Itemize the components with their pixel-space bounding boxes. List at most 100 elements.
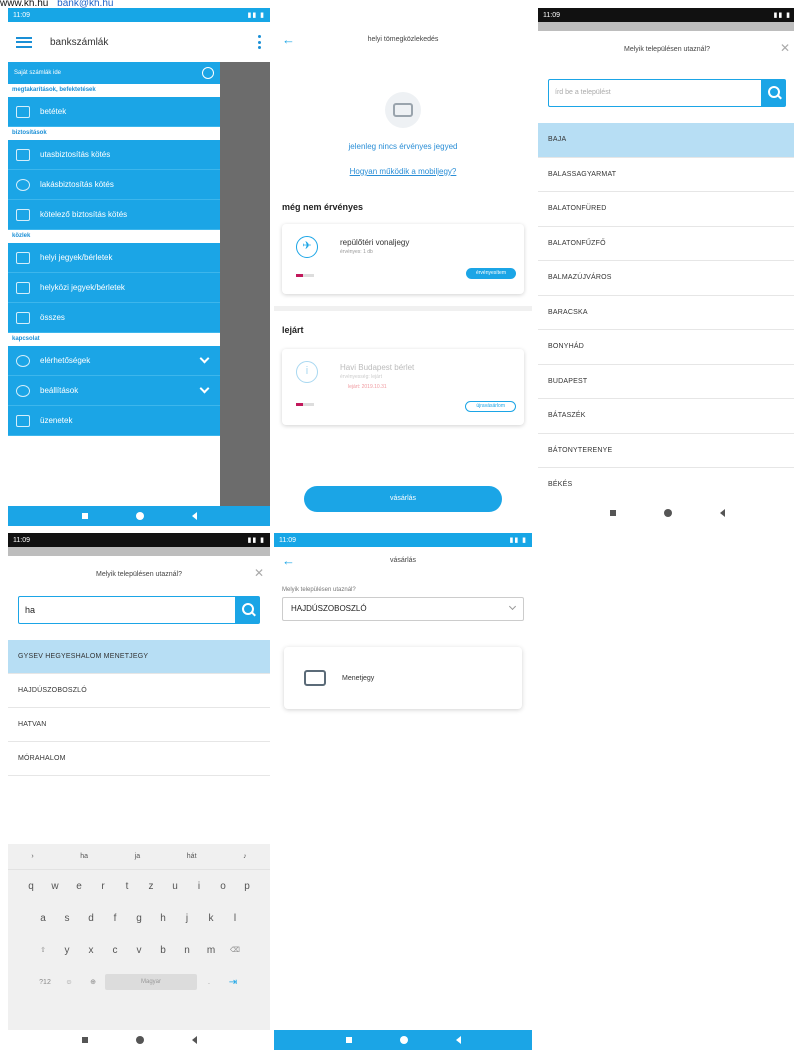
result-item[interactable]: GYSEV HEGYESHALOM MENETJEGY <box>8 640 270 674</box>
key[interactable]: w <box>43 881 67 892</box>
suggestion[interactable]: ha <box>80 853 88 860</box>
key[interactable]: a <box>31 913 55 924</box>
key[interactable]: k <box>199 913 223 924</box>
home-icon[interactable] <box>399 1036 408 1044</box>
key[interactable]: c <box>103 945 127 956</box>
city-select[interactable]: HAJDÚSZOBOSZLÓ <box>282 597 524 621</box>
hamburger-icon[interactable] <box>16 36 32 48</box>
drawer-item-uzenetek[interactable]: üzenetek <box>8 406 220 436</box>
key[interactable]: m <box>199 945 223 956</box>
key[interactable]: o <box>211 881 235 892</box>
search-icon[interactable] <box>762 79 786 107</box>
drawer-item-lakasbiztositas[interactable]: lakásbiztosítás kötés <box>8 170 220 200</box>
drawer-item-elerhetosegek[interactable]: elérhetőségek <box>8 346 220 376</box>
key[interactable]: v <box>127 945 151 956</box>
more-options-icon[interactable] <box>258 35 262 49</box>
mic-icon[interactable]: ♪ <box>243 853 247 860</box>
search-icon[interactable] <box>236 596 260 624</box>
key-row: a s d f g h j k l <box>8 902 270 934</box>
result-item[interactable]: HAJDÚSZOBOSZLÓ <box>8 674 270 708</box>
key[interactable]: f <box>103 913 127 924</box>
city-item[interactable]: BÁTASZÉK <box>538 399 794 434</box>
key[interactable]: i <box>187 881 211 892</box>
how-it-works-link[interactable]: Hogyan működik a mobiljegy? <box>274 167 532 176</box>
drawer-item-helykozi-jegyek[interactable]: helyközi jegyek/bérletek <box>8 273 220 303</box>
key[interactable]: u <box>163 881 187 892</box>
result-item[interactable]: HATVAN <box>8 708 270 742</box>
period-key-icon[interactable]: . <box>197 979 221 986</box>
back-icon[interactable] <box>191 1036 197 1044</box>
recents-icon[interactable] <box>81 1037 88 1043</box>
city-item[interactable]: BAJA <box>538 123 794 158</box>
home-icon[interactable] <box>135 1036 144 1044</box>
symbols-key-icon[interactable]: ?12 <box>33 979 57 986</box>
home-icon[interactable] <box>663 509 672 517</box>
key[interactable]: x <box>79 945 103 956</box>
key[interactable]: s <box>55 913 79 924</box>
search-input[interactable]: ha <box>18 596 236 624</box>
key[interactable]: b <box>151 945 175 956</box>
city-item[interactable]: BALASSAGYARMAT <box>538 158 794 192</box>
recents-icon[interactable] <box>609 510 616 516</box>
city-item[interactable]: BALATONFŰZFŐ <box>538 227 794 261</box>
back-icon[interactable] <box>719 509 725 517</box>
shift-icon[interactable]: ⇧ <box>31 946 55 954</box>
space-key[interactable]: Magyar <box>105 974 197 990</box>
city-item[interactable]: BUDAPEST <box>538 365 794 399</box>
key[interactable]: z <box>139 881 163 892</box>
drawer-overlay[interactable]: Saját számlák ide megtakarítások, befekt… <box>8 62 270 506</box>
enter-icon[interactable]: ⇥ <box>221 977 245 988</box>
key[interactable]: t <box>115 881 139 892</box>
buy-button[interactable]: vásárlás <box>304 486 502 512</box>
ticket-card[interactable]: ✈ repülőtéri vonaljegy érvényes: 1 db ér… <box>282 224 524 294</box>
coach-icon <box>16 281 30 294</box>
backspace-icon[interactable]: ⌫ <box>223 946 247 954</box>
drawer-item-utasbiztositas[interactable]: utasbiztosítás kötés <box>8 140 220 170</box>
suggestion[interactable]: ja <box>135 853 140 860</box>
back-icon[interactable] <box>191 512 197 520</box>
drawer-item-beallitasok[interactable]: beállítások <box>8 376 220 406</box>
back-arrow-icon[interactable]: ← <box>282 32 296 47</box>
key[interactable]: r <box>91 881 115 892</box>
close-icon[interactable]: ✕ <box>254 566 264 580</box>
key[interactable]: p <box>235 881 259 892</box>
back-icon[interactable] <box>455 1036 461 1044</box>
drawer-item-kotelezo[interactable]: kötelező biztosítás kötés <box>8 200 220 230</box>
back-arrow-icon[interactable]: ← <box>282 553 296 568</box>
drawer-header[interactable]: Saját számlák ide <box>8 62 220 84</box>
key[interactable]: y <box>55 945 79 956</box>
drawer-item-helyi-jegyek[interactable]: helyi jegyek/bérletek <box>8 243 220 273</box>
expand-icon[interactable]: › <box>31 853 33 860</box>
key[interactable]: q <box>19 881 43 892</box>
key[interactable]: l <box>223 913 247 924</box>
city-item[interactable]: BARACSKA <box>538 296 794 330</box>
drawer-item-label: lakásbiztosítás kötés <box>40 180 114 189</box>
drawer-item-osszes[interactable]: összes <box>8 303 220 333</box>
globe-icon[interactable]: ⊕ <box>81 978 105 986</box>
city-item[interactable]: BALMAZÚJVÁROS <box>538 261 794 296</box>
key[interactable]: h <box>151 913 175 924</box>
product-card[interactable]: Menetjegy <box>284 647 522 709</box>
recents-icon[interactable] <box>345 1037 352 1043</box>
drawer-item-betetek[interactable]: betétek <box>8 97 220 127</box>
city-item[interactable]: BONYHÁD <box>538 330 794 365</box>
key[interactable]: j <box>175 913 199 924</box>
key[interactable]: g <box>127 913 151 924</box>
suggestion[interactable]: hát <box>187 853 197 860</box>
city-item[interactable]: BÁTONYTERENYE <box>538 434 794 468</box>
key[interactable]: e <box>67 881 91 892</box>
dialog-header: Melyik településen utaznál? ✕ <box>538 31 794 67</box>
rebuy-button[interactable]: újravásárlom <box>465 401 516 412</box>
validate-button[interactable]: érvényesítem <box>465 268 516 279</box>
city-item[interactable]: BÉKÉS <box>538 468 794 503</box>
city-item[interactable]: BALATONFÜRED <box>538 192 794 227</box>
result-item[interactable]: MÓRAHALOM <box>8 742 270 776</box>
key[interactable]: n <box>175 945 199 956</box>
ticket-card-expired[interactable]: i Havi Budapest bérlet érvényesség: lejá… <box>282 349 524 425</box>
emoji-icon[interactable]: ☺ <box>57 979 81 986</box>
recents-icon[interactable] <box>81 513 88 519</box>
close-icon[interactable]: ✕ <box>780 41 790 55</box>
key[interactable]: d <box>79 913 103 924</box>
home-icon[interactable] <box>135 512 144 520</box>
search-input[interactable]: írd be a települést <box>548 79 762 107</box>
